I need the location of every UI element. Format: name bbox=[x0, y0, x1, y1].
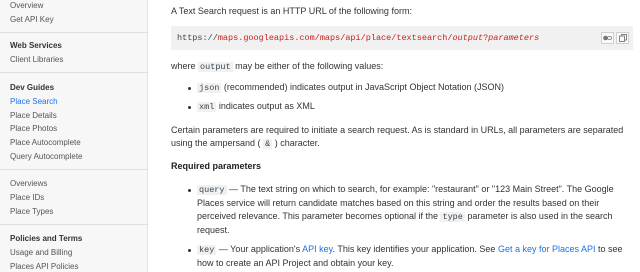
sidebar-nav: Overview Get API Key Web Services Client… bbox=[0, 0, 148, 272]
sidebar-item-place-details[interactable]: Place Details bbox=[10, 111, 57, 121]
copy-icon[interactable] bbox=[616, 32, 629, 44]
where-text: where output may be either of the follow… bbox=[171, 61, 384, 72]
api-key-link[interactable]: API key bbox=[302, 244, 332, 254]
sidebar-item-overview[interactable]: Overview bbox=[10, 1, 43, 11]
code-block: https://maps.googleapis.com/maps/api/pla… bbox=[171, 26, 633, 50]
sidebar-divider bbox=[0, 72, 148, 73]
sidebar-heading-dev-guides: Dev Guides bbox=[10, 83, 55, 92]
bullet bbox=[188, 249, 191, 252]
bullet bbox=[188, 106, 191, 109]
sidebar-item-place-autocomplete[interactable]: Place Autocomplete bbox=[10, 138, 81, 148]
intro-text: A Text Search request is an HTTP URL of … bbox=[171, 6, 412, 16]
sidebar-item-places-api-policies[interactable]: Places API Policies bbox=[10, 262, 78, 272]
dark-theme-toggle-icon[interactable] bbox=[601, 32, 614, 44]
sidebar-item-client-libraries[interactable]: Client Libraries bbox=[10, 55, 63, 65]
sidebar-divider bbox=[0, 32, 148, 33]
required-parameters-heading: Required parameters bbox=[171, 161, 262, 171]
key-param-item: key — Your application's API key. This k… bbox=[197, 244, 623, 268]
sidebar-item-place-search[interactable]: Place Search bbox=[10, 97, 58, 107]
sidebar-item-place-types[interactable]: Place Types bbox=[10, 207, 53, 217]
get-key-link[interactable]: Get a key for Places API bbox=[498, 244, 596, 254]
sidebar-divider bbox=[0, 169, 148, 170]
sidebar-heading-web-services: Web Services bbox=[10, 41, 62, 50]
query-param-item: query — The text string on which to sear… bbox=[197, 184, 614, 235]
sidebar-item-usage-billing[interactable]: Usage and Billing bbox=[10, 248, 72, 258]
main-content: A Text Search request is an HTTP URL of … bbox=[148, 0, 640, 272]
sidebar-item-place-photos[interactable]: Place Photos bbox=[10, 124, 57, 134]
sidebar-item-place-ids[interactable]: Place IDs bbox=[10, 193, 44, 203]
code-toolbar bbox=[601, 32, 629, 44]
sidebar-divider bbox=[0, 224, 148, 225]
format-xml-item: xml indicates output as XML bbox=[197, 101, 315, 112]
bullet bbox=[188, 87, 191, 90]
sidebar-item-query-autocomplete[interactable]: Query Autocomplete bbox=[10, 152, 82, 162]
format-json-item: json (recommended) indicates output in J… bbox=[197, 82, 505, 93]
sidebar-heading-policies: Policies and Terms bbox=[10, 234, 83, 243]
params-paragraph: Certain parameters are required to initi… bbox=[171, 125, 624, 149]
bullet bbox=[188, 189, 191, 192]
sidebar-item-overviews[interactable]: Overviews bbox=[10, 179, 47, 189]
sidebar-item-get-api-key[interactable]: Get API Key bbox=[10, 15, 54, 25]
code-url: https://maps.googleapis.com/maps/api/pla… bbox=[177, 33, 540, 43]
